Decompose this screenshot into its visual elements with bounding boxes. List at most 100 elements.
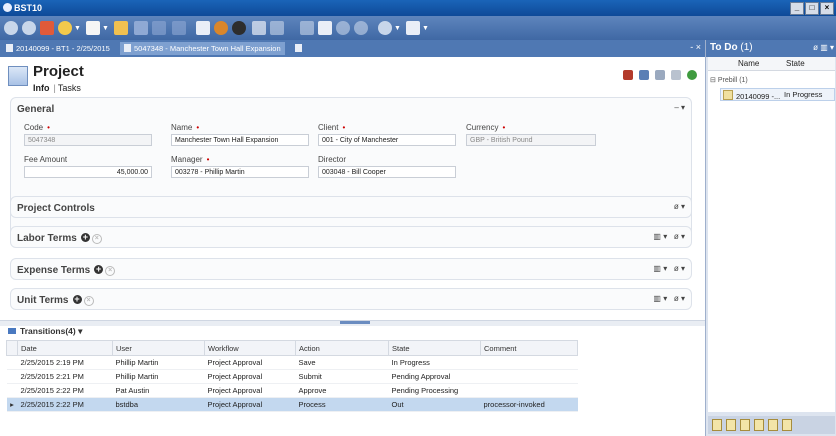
table-row[interactable]: 2/25/2015 2:22 PM Pat Austin Project App… xyxy=(6,383,578,398)
client-field[interactable]: 001 - City of Manchester xyxy=(318,134,456,146)
tab-tasks[interactable]: Tasks xyxy=(58,83,81,93)
help-icon[interactable] xyxy=(406,21,420,35)
column-header-workflow[interactable]: Workflow xyxy=(204,340,296,356)
remove-icon[interactable]: × xyxy=(105,266,116,276)
todo-item[interactable]: 20140099 -... In Progress xyxy=(720,88,835,101)
minimize-button[interactable]: _ xyxy=(790,2,804,15)
transitions-header[interactable]: Transitions(4) ▾ xyxy=(8,326,82,337)
globe-icon[interactable] xyxy=(232,21,246,35)
section-menu-icon[interactable]: ø ▾ xyxy=(674,202,685,211)
unit-terms-section[interactable]: Unit Terms + × ▥ ▾ ø ▾ xyxy=(10,288,692,310)
section-title: Unit Terms + × xyxy=(17,295,94,306)
cell-state: Out xyxy=(388,397,481,412)
fee-amount-field[interactable]: 45,000.00 xyxy=(24,166,152,178)
new-tab-button[interactable] xyxy=(291,42,309,55)
row-selector-arrow-icon[interactable]: ▸ xyxy=(6,397,18,412)
redo-icon[interactable] xyxy=(354,21,368,35)
transitions-panel: Transitions(4) ▾ Date User Workflow Acti… xyxy=(0,326,705,436)
open-folder-icon[interactable] xyxy=(114,21,128,35)
footer-tool-icon[interactable] xyxy=(726,419,736,431)
info-icon[interactable] xyxy=(687,70,697,80)
refresh-icon[interactable] xyxy=(378,21,392,35)
director-label: Director xyxy=(318,155,347,164)
todo-column-name[interactable]: Name xyxy=(738,59,759,68)
forward-icon[interactable] xyxy=(22,21,36,35)
columns-icon[interactable] xyxy=(671,70,681,80)
help-dropdown-icon[interactable]: ▼ xyxy=(422,25,429,32)
todo-item-state: In Progress xyxy=(784,90,823,99)
favorites-dropdown-icon[interactable]: ▼ xyxy=(74,25,81,32)
attach-icon[interactable] xyxy=(655,70,665,80)
name-field[interactable]: Manchester Town Hall Expansion xyxy=(171,134,309,146)
cell-user: Phillip Martin xyxy=(112,369,205,384)
add-icon[interactable]: + xyxy=(80,233,90,242)
director-field[interactable]: 003048 - Bill Cooper xyxy=(318,166,456,178)
favorites-icon[interactable] xyxy=(58,21,72,35)
report-icon[interactable] xyxy=(639,70,649,80)
project-controls-section[interactable]: Project Controls ø ▾ xyxy=(10,196,692,218)
new-dropdown-icon[interactable]: ▼ xyxy=(102,25,109,32)
column-header-date[interactable]: Date xyxy=(17,340,113,356)
todo-title: To Do (1) xyxy=(710,42,753,53)
todo-panel: To Do (1) ø ▥ ▾ Name State ⊟ Prebill (1)… xyxy=(705,40,836,436)
footer-tool-icon[interactable] xyxy=(768,419,778,431)
home-icon[interactable] xyxy=(40,21,54,35)
footer-tool-icon[interactable] xyxy=(754,419,764,431)
collapse-icon[interactable]: – ▾ xyxy=(674,103,685,112)
grid-view-icon[interactable] xyxy=(196,21,210,35)
table-row[interactable]: 2/25/2015 2:21 PM Phillip Martin Project… xyxy=(6,369,578,384)
project-form: Project Info | Tasks General – ▾ Code • 504… xyxy=(0,57,705,320)
workflow-icon[interactable] xyxy=(214,21,228,35)
table-row[interactable]: 2/25/2015 2:19 PM Phillip Martin Project… xyxy=(6,355,578,370)
copy-icon[interactable] xyxy=(300,21,314,35)
manager-field[interactable]: 003278 - Phillip Martin xyxy=(171,166,309,178)
column-header-comment[interactable]: Comment xyxy=(480,340,578,356)
row-selector[interactable] xyxy=(6,383,18,398)
add-icon[interactable]: + xyxy=(94,265,104,274)
refresh-dropdown-icon[interactable]: ▼ xyxy=(394,25,401,32)
column-header-state[interactable]: State xyxy=(388,340,481,356)
column-header-action[interactable]: Action xyxy=(295,340,389,356)
currency-field[interactable]: GBP - British Pound xyxy=(466,134,596,146)
notes-icon[interactable] xyxy=(252,21,266,35)
column-header-user[interactable]: User xyxy=(112,340,205,356)
tab-info[interactable]: Info xyxy=(33,83,50,93)
table-row-selected[interactable]: ▸ 2/25/2015 2:22 PM bstdba Project Appro… xyxy=(6,397,578,412)
tab-prebill[interactable]: 20140099 - BT1 - 2/25/2015 xyxy=(2,42,114,55)
tab-project[interactable]: 5047348 - Manchester Town Hall Expansion xyxy=(120,42,285,55)
main-toolbar: ▼ ▼ ▼ ▼ xyxy=(0,16,836,40)
footer-tool-icon[interactable] xyxy=(712,419,722,431)
maximize-button[interactable]: □ xyxy=(805,2,819,15)
save-icon[interactable] xyxy=(134,21,148,35)
cell-state: In Progress xyxy=(388,355,481,370)
remove-icon[interactable]: × xyxy=(91,234,102,244)
todo-column-state[interactable]: State xyxy=(786,59,805,68)
row-selector[interactable] xyxy=(6,369,18,384)
section-menu-icon[interactable]: ▥ ▾ ø ▾ xyxy=(653,264,685,273)
footer-tool-icon[interactable] xyxy=(740,419,750,431)
splitter-grip[interactable] xyxy=(340,321,370,324)
briefcase-icon[interactable] xyxy=(623,70,633,80)
back-icon[interactable] xyxy=(4,21,18,35)
section-menu-icon[interactable]: ▥ ▾ ø ▾ xyxy=(653,232,685,241)
delete-icon[interactable] xyxy=(270,21,284,35)
add-icon[interactable]: + xyxy=(72,295,82,304)
save-as-icon[interactable] xyxy=(152,21,166,35)
code-field[interactable]: 5047348 xyxy=(24,134,152,146)
cell-date: 2/25/2015 2:19 PM xyxy=(17,355,113,370)
row-selector[interactable] xyxy=(6,355,18,370)
undo-icon[interactable] xyxy=(336,21,350,35)
remove-icon[interactable]: × xyxy=(83,296,94,306)
section-menu-icon[interactable]: ▥ ▾ ø ▾ xyxy=(653,294,685,303)
paste-icon[interactable] xyxy=(318,21,332,35)
footer-tool-icon[interactable] xyxy=(782,419,792,431)
new-document-icon[interactable] xyxy=(86,21,100,35)
manager-label: Manager • xyxy=(171,155,209,164)
expense-terms-section[interactable]: Expense Terms + × ▥ ▾ ø ▾ xyxy=(10,258,692,280)
todo-options-icon[interactable]: ø ▥ ▾ xyxy=(813,43,834,52)
labor-terms-section[interactable]: Labor Terms + × ▥ ▾ ø ▾ xyxy=(10,226,692,248)
todo-group-prebill[interactable]: ⊟ Prebill (1) xyxy=(710,76,748,84)
panel-close-icon[interactable]: - × xyxy=(690,42,701,52)
close-button[interactable]: × xyxy=(820,2,834,15)
print-icon[interactable] xyxy=(172,21,186,35)
